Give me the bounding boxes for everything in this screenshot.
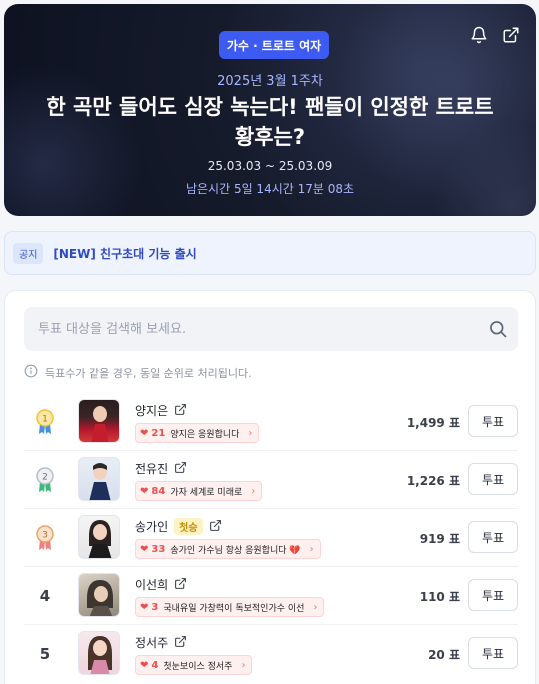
cheer-count: 4 <box>151 659 159 671</box>
external-link-icon[interactable] <box>209 517 222 536</box>
external-link-icon[interactable] <box>174 633 187 652</box>
rank-medal-bronze-icon: 3 <box>30 509 60 567</box>
avatar[interactable] <box>78 573 120 617</box>
avatar[interactable] <box>78 631 120 675</box>
artist-name[interactable]: 정서주 <box>135 634 168 651</box>
ranking-row: 2 전유진 ❤ 84 가자 세계로 미래로 › 1,226 표 투표 <box>24 451 518 509</box>
cheer-message[interactable]: ❤ 21 양지은 응원합니다 › <box>135 423 260 443</box>
heart-icon: ❤ <box>140 485 149 497</box>
cheer-text: 국내유일 가창력이 독보적인가수 이선 <box>163 603 305 614</box>
chevron-right-icon: › <box>251 485 256 497</box>
info-icon <box>24 364 38 381</box>
vote-button[interactable]: 투표 <box>468 637 518 669</box>
external-link-icon[interactable] <box>174 401 187 420</box>
ranking-row: 1 양지은 ❤ 21 양지은 응원합니다 › 1,499 표 투표 <box>24 393 518 451</box>
avatar[interactable] <box>78 399 120 443</box>
info-text: 득표수가 같을 경우, 동일 순위로 처리됩니다. <box>45 366 252 380</box>
ranking-row: 4 이선희 ❤ 3 국내유일 가창력이 독보적인가수 이선 › 110 표 투표 <box>24 567 518 625</box>
cheer-message[interactable]: ❤ 4 첫눈보이스 정서주 › <box>135 655 253 675</box>
hero-banner: 가수 · 트로트 여자 2025년 3월 1주차 한 곡만 들어도 심장 녹는다… <box>4 4 536 216</box>
chevron-right-icon: › <box>313 601 318 613</box>
heart-icon: ❤ <box>140 427 149 439</box>
notice-bar[interactable]: 공지 [NEW] 친구초대 기능 출시 <box>4 231 536 275</box>
vote-button[interactable]: 투표 <box>468 521 518 553</box>
vote-count: 110 표 <box>419 589 460 604</box>
ranking-card: 득표수가 같을 경우, 동일 순위로 처리됩니다. 1 양지은 ❤ 21 양지은… <box>4 290 536 684</box>
rank-number: 1 <box>42 415 48 425</box>
search-input[interactable] <box>24 307 478 351</box>
rank-medal-gold-icon: 1 <box>30 393 60 451</box>
chevron-right-icon: › <box>241 659 246 671</box>
avatar[interactable] <box>78 457 120 501</box>
ranking-row: 5 정서주 ❤ 4 첫눈보이스 정서주 › 20 표 투표 <box>24 625 518 683</box>
category-badge[interactable]: 가수 · 트로트 여자 <box>219 31 329 59</box>
cheer-count: 21 <box>151 427 166 439</box>
cheer-count: 84 <box>151 485 166 497</box>
poll-title: 한 곡만 들어도 심장 녹는다! 팬들이 인정한 트로트 황후는? <box>46 95 494 149</box>
heart-icon: ❤ <box>140 601 149 613</box>
vote-count: 1,226 표 <box>406 473 460 488</box>
cheer-count: 3 <box>151 601 159 613</box>
notice-text[interactable]: [NEW] 친구초대 기능 출시 <box>53 245 196 262</box>
external-link-icon[interactable] <box>174 459 187 478</box>
cheer-count: 33 <box>151 543 166 555</box>
remaining-time: 남은시간 5일 14시간 17분 08초 <box>185 182 355 196</box>
rank-number: 4 <box>39 587 51 605</box>
cheer-message[interactable]: ❤ 84 가자 세계로 미래로 › <box>135 481 263 501</box>
cheer-text: 가자 세계로 미래로 <box>170 487 243 498</box>
chevron-right-icon: › <box>248 427 253 439</box>
search-bar <box>24 307 518 351</box>
cheer-message[interactable]: ❤ 33 송가인 가수님 항상 응원합니다 💔 › <box>135 539 321 559</box>
bell-icon[interactable] <box>468 24 490 46</box>
artist-name[interactable]: 전유진 <box>135 460 168 477</box>
artist-name[interactable]: 이선희 <box>135 576 168 593</box>
rank-medal-silver-icon: 2 <box>30 451 60 509</box>
cheer-message[interactable]: ❤ 3 국내유일 가창력이 독보적인가수 이선 › <box>135 597 325 617</box>
heart-icon: ❤ <box>140 659 149 671</box>
vote-count: 20 표 <box>428 647 460 662</box>
vote-button[interactable]: 투표 <box>468 463 518 495</box>
share-icon[interactable] <box>500 24 522 46</box>
rank-number: 3 <box>42 531 48 541</box>
cheer-text: 첫눈보이스 정서주 <box>163 661 233 672</box>
search-icon[interactable] <box>478 307 518 351</box>
cheer-text: 양지은 응원합니다 <box>170 429 240 440</box>
artist-name[interactable]: 송가인 <box>135 518 168 535</box>
rank-number: 2 <box>42 473 48 483</box>
heart-icon: ❤ <box>140 543 149 555</box>
notice-tag: 공지 <box>13 242 44 264</box>
vote-button[interactable]: 투표 <box>468 405 518 437</box>
cheer-text: 송가인 가수님 항상 응원합니다 💔 <box>170 545 301 556</box>
artist-name[interactable]: 양지은 <box>135 402 168 419</box>
vote-count: 919 표 <box>419 531 460 546</box>
vote-button[interactable]: 투표 <box>468 579 518 611</box>
tie-info: 득표수가 같을 경우, 동일 순위로 처리됩니다. <box>24 364 252 381</box>
poll-dates: 25.03.03 ~ 25.03.09 <box>207 159 333 173</box>
week-label: 2025년 3월 1주차 <box>217 74 323 89</box>
vote-count: 1,499 표 <box>406 415 460 430</box>
first-win-badge: 첫승 <box>174 518 203 535</box>
external-link-icon[interactable] <box>174 575 187 594</box>
ranking-row: 3 송가인 첫승 ❤ 33 송가인 가수님 항상 응원합니다 💔 › 919 표… <box>24 509 518 567</box>
rank-number: 5 <box>39 645 51 663</box>
chevron-right-icon: › <box>309 543 314 555</box>
avatar[interactable] <box>78 515 120 559</box>
